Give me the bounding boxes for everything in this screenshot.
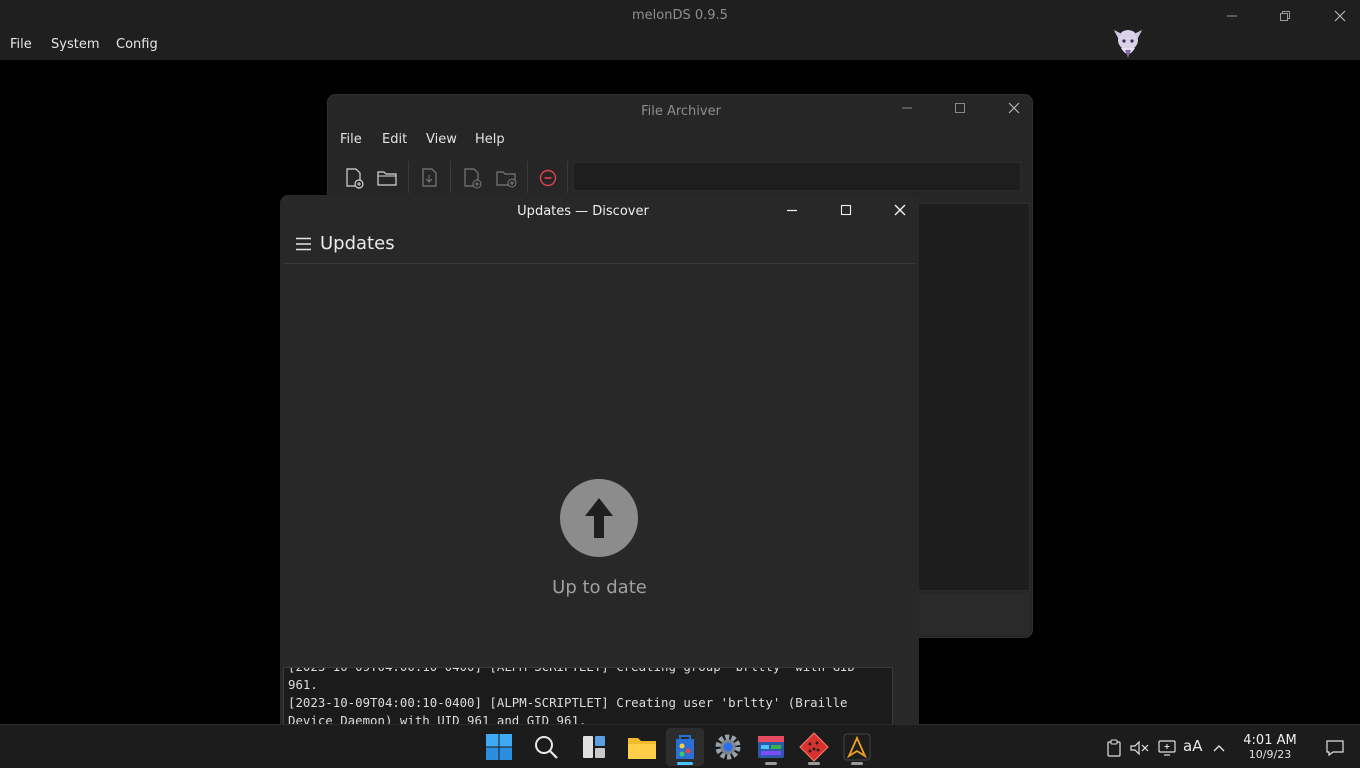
melonds-titlebar: melonDS 0.9.5 [0, 0, 1360, 32]
settings-button[interactable] [709, 728, 747, 766]
file-explorer-icon [627, 734, 657, 760]
discover-minimize-button[interactable] [778, 198, 806, 222]
chevron-up-icon[interactable] [1211, 739, 1227, 757]
toolbar-separator [450, 161, 451, 193]
running-indicator [851, 762, 863, 765]
search-icon [533, 734, 559, 760]
discover-maximize-button[interactable] [832, 198, 860, 222]
close-icon [894, 204, 906, 216]
app-store-button[interactable] [752, 728, 790, 766]
notifications-icon[interactable] [1325, 739, 1345, 757]
page-title: Updates [320, 233, 395, 254]
network-display-icon[interactable] [1157, 739, 1177, 757]
toolbar-separator [527, 161, 528, 193]
minimize-icon [901, 102, 913, 114]
start-icon [485, 733, 513, 761]
active-indicator [677, 762, 693, 765]
start-button[interactable] [480, 728, 518, 766]
add-files-icon[interactable] [461, 167, 483, 189]
close-icon [1008, 102, 1020, 114]
archiver-statusbar [918, 593, 1030, 635]
running-indicator [765, 762, 777, 765]
discover-close-button[interactable] [886, 198, 914, 222]
menu-system[interactable]: System [51, 37, 99, 52]
log-line: 961. [288, 677, 318, 692]
widgets-button[interactable] [575, 728, 613, 766]
archiver-maximize-button[interactable] [937, 95, 983, 121]
discover-window: Updates — Discover Updates Up to date [2… [280, 195, 919, 725]
arch-linux-icon [843, 733, 871, 761]
melonds-window-title: melonDS 0.9.5 [632, 8, 728, 23]
discover-taskbar-button[interactable] [666, 728, 704, 766]
toolbar-separator [408, 161, 409, 193]
stop-icon[interactable] [537, 167, 559, 189]
archiver-menu-file[interactable]: File [340, 132, 362, 147]
input-language-indicator[interactable]: aA [1183, 737, 1202, 755]
log-line: [2023-10-09T04:00:10-0400] [ALPM-SCRIPTL… [288, 668, 888, 676]
archiver-location-field[interactable] [573, 162, 1021, 191]
melonds-close-button[interactable] [1317, 0, 1360, 32]
settings-icon [714, 733, 742, 761]
archiver-file-list[interactable] [918, 203, 1030, 591]
status-message: Up to date [552, 577, 647, 598]
new-archive-icon[interactable] [343, 167, 365, 189]
widgets-icon [581, 734, 607, 760]
taskbar: aA 4:01 AM 10/9/23 [0, 724, 1360, 768]
close-icon [1334, 10, 1346, 22]
melonds-icon [799, 732, 829, 762]
minimize-icon [1226, 10, 1238, 22]
header-divider [283, 263, 915, 264]
maximize-icon [840, 204, 852, 216]
add-folder-icon[interactable] [495, 167, 517, 189]
menu-config[interactable]: Config [116, 37, 158, 52]
discover-icon [672, 733, 698, 761]
up-to-date-icon [560, 479, 638, 557]
file-explorer-button[interactable] [623, 728, 661, 766]
toolbar-separator [567, 161, 568, 193]
app-store-icon [757, 734, 785, 760]
update-log[interactable]: [2023-10-09T04:00:10-0400] [ALPM-SCRIPTL… [283, 667, 893, 725]
mascot-sprite-icon [1112, 26, 1144, 60]
melonds-taskbar-button[interactable] [795, 728, 833, 766]
restore-icon [1279, 10, 1291, 22]
clock-time[interactable]: 4:01 AM [1233, 733, 1307, 748]
archiver-minimize-button[interactable] [884, 95, 930, 121]
log-line: [2023-10-09T04:00:10-0400] [ALPM-SCRIPTL… [288, 695, 848, 710]
hamburger-menu-icon[interactable] [295, 236, 313, 252]
open-folder-icon[interactable] [376, 167, 398, 189]
clock-date[interactable]: 10/9/23 [1233, 748, 1307, 761]
arch-linux-taskbar-button[interactable] [838, 728, 876, 766]
search-button[interactable] [527, 728, 565, 766]
minimize-icon [786, 204, 798, 216]
melonds-minimize-button[interactable] [1209, 0, 1255, 32]
archiver-menu-view[interactable]: View [426, 132, 457, 147]
archiver-menu-help[interactable]: Help [475, 132, 505, 147]
archiver-close-button[interactable] [991, 95, 1037, 121]
volume-muted-icon[interactable] [1129, 739, 1149, 757]
melonds-menubar: File System Config [0, 32, 1360, 60]
menu-file[interactable]: File [10, 37, 32, 52]
clipboard-icon[interactable] [1106, 739, 1122, 757]
melonds-restore-button[interactable] [1262, 0, 1308, 32]
extract-icon[interactable] [419, 167, 441, 189]
maximize-icon [954, 102, 966, 114]
running-indicator [808, 762, 820, 765]
archiver-menu-edit[interactable]: Edit [382, 132, 407, 147]
